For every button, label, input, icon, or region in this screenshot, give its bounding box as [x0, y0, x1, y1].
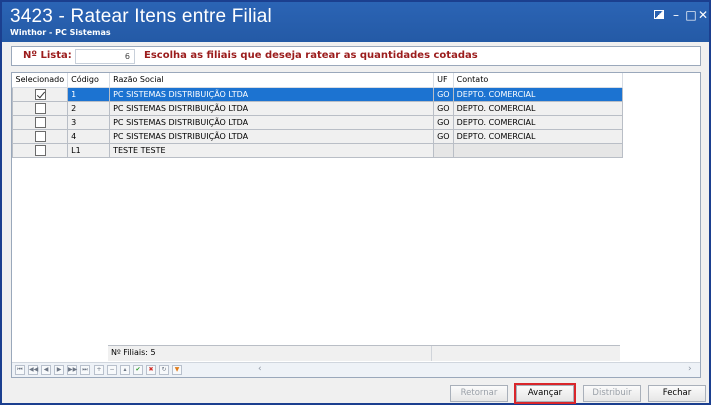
codigo-cell[interactable]: L1	[67, 142, 111, 158]
table-row[interactable]: 3 PC SISTEMAS DISTRIBUIÇÃO LTDA GO DEPTO…	[11, 114, 623, 130]
refresh-icon[interactable]: ↻	[159, 365, 169, 375]
instruction-message: Escolha as filiais que deseja ratear as …	[144, 50, 478, 61]
codigo-cell[interactable]: 2	[67, 100, 111, 116]
select-cell[interactable]	[11, 86, 69, 102]
prior-page-icon[interactable]: ◀◀	[28, 365, 38, 375]
codigo-cell[interactable]: 1	[67, 86, 111, 102]
filiais-count: Nº Filiais: 5	[108, 346, 432, 361]
codigo-cell[interactable]: 4	[67, 128, 111, 144]
contato-cell[interactable]: DEPTO. COMERCIAL	[452, 114, 623, 130]
scroll-left-icon[interactable]: ‹	[258, 364, 262, 374]
checkbox[interactable]	[34, 102, 46, 114]
window-subtitle: Winthor - PC Sistemas	[10, 28, 111, 37]
contato-cell[interactable]	[452, 142, 623, 158]
select-cell[interactable]	[11, 100, 69, 116]
first-page-icon[interactable]: ⏮	[15, 365, 25, 375]
razao-cell[interactable]: PC SISTEMAS DISTRIBUIÇÃO LTDA	[109, 114, 435, 130]
last-page-icon[interactable]: ⏭	[80, 365, 90, 375]
fechar-button[interactable]: Fechar	[648, 385, 706, 402]
contato-cell[interactable]: DEPTO. COMERCIAL	[452, 128, 623, 144]
filiais-table: Selecionado Código Razão Social UF Conta…	[11, 73, 623, 158]
grid-footer: Nº Filiais: 5	[108, 345, 620, 361]
main-window: 3423 - Ratear Itens entre Filial Winthor…	[0, 0, 711, 405]
uf-cell[interactable]: GO	[433, 128, 454, 144]
table-row[interactable]: 4 PC SISTEMAS DISTRIBUIÇÃO LTDA GO DEPTO…	[11, 128, 623, 144]
table-row[interactable]: 2 PC SISTEMAS DISTRIBUIÇÃO LTDA GO DEPTO…	[11, 100, 623, 116]
uf-cell[interactable]	[433, 142, 454, 158]
table-row[interactable]: 1 PC SISTEMAS DISTRIBUIÇÃO LTDA GO DEPTO…	[11, 86, 623, 102]
table-header: Selecionado Código Razão Social UF Conta…	[12, 73, 623, 88]
razao-cell[interactable]: PC SISTEMAS DISTRIBUIÇÃO LTDA	[109, 128, 435, 144]
title-bar: 3423 - Ratear Itens entre Filial Winthor…	[2, 2, 709, 42]
column-header-codigo[interactable]: Código	[67, 73, 111, 88]
next-page-icon[interactable]: ▶▶	[67, 365, 77, 375]
filter-icon[interactable]: ▼	[172, 365, 182, 375]
select-cell[interactable]	[11, 114, 69, 130]
contato-cell[interactable]: DEPTO. COMERCIAL	[452, 100, 623, 116]
post-check-icon[interactable]: ✔	[133, 365, 143, 375]
scroll-right-icon[interactable]: ›	[688, 364, 692, 374]
lista-bar: Nº Lista: 6 Escolha as filiais que desej…	[11, 46, 701, 66]
prior-record-icon[interactable]: ◀	[41, 365, 51, 375]
checkbox[interactable]	[34, 144, 46, 156]
lista-label: Nº Lista:	[23, 50, 72, 61]
window-title: 3423 - Ratear Itens entre Filial	[10, 6, 272, 27]
checkbox-checked[interactable]	[34, 88, 46, 100]
column-header-contato[interactable]: Contato	[453, 73, 623, 88]
cancel-x-icon[interactable]: ✖	[146, 365, 156, 375]
contato-cell[interactable]: DEPTO. COMERCIAL	[452, 86, 623, 102]
record-navigator: ⏮ ◀◀ ◀ ▶ ▶▶ ⏭ + − ▴ ✔ ✖ ↻ ▼ ‹ ›	[12, 362, 700, 377]
edit-icon[interactable]: ▴	[120, 365, 130, 375]
codigo-cell[interactable]: 3	[67, 114, 111, 130]
checkbox[interactable]	[34, 116, 46, 128]
uf-cell[interactable]: GO	[433, 114, 454, 130]
column-header-selecionado[interactable]: Selecionado	[12, 73, 69, 88]
lista-number-field[interactable]: 6	[75, 49, 135, 64]
uf-cell[interactable]: GO	[433, 86, 454, 102]
distribuir-button[interactable]: Distribuir	[583, 385, 641, 402]
select-cell[interactable]	[11, 128, 69, 144]
select-cell[interactable]	[11, 142, 69, 158]
filiais-grid: Selecionado Código Razão Social UF Conta…	[11, 72, 701, 378]
minimize-icon[interactable]: –	[669, 8, 683, 22]
razao-cell[interactable]: PC SISTEMAS DISTRIBUIÇÃO LTDA	[109, 86, 435, 102]
razao-cell[interactable]: PC SISTEMAS DISTRIBUIÇÃO LTDA	[109, 100, 435, 116]
column-header-uf[interactable]: UF	[433, 73, 454, 88]
checkbox[interactable]	[34, 130, 46, 142]
table-row[interactable]: L1 TESTE TESTE	[11, 142, 623, 158]
close-icon[interactable]: ✕	[696, 8, 710, 22]
uf-cell[interactable]: GO	[433, 100, 454, 116]
avancar-button[interactable]: Avançar	[514, 383, 576, 404]
insert-icon[interactable]: +	[94, 365, 104, 375]
razao-cell[interactable]: TESTE TESTE	[109, 142, 435, 158]
delete-icon[interactable]: −	[107, 365, 117, 375]
next-record-icon[interactable]: ▶	[54, 365, 64, 375]
column-header-razao-social[interactable]: Razão Social	[109, 73, 435, 88]
restore-icon[interactable]	[652, 8, 666, 22]
retornar-button[interactable]: Retornar	[450, 385, 508, 402]
